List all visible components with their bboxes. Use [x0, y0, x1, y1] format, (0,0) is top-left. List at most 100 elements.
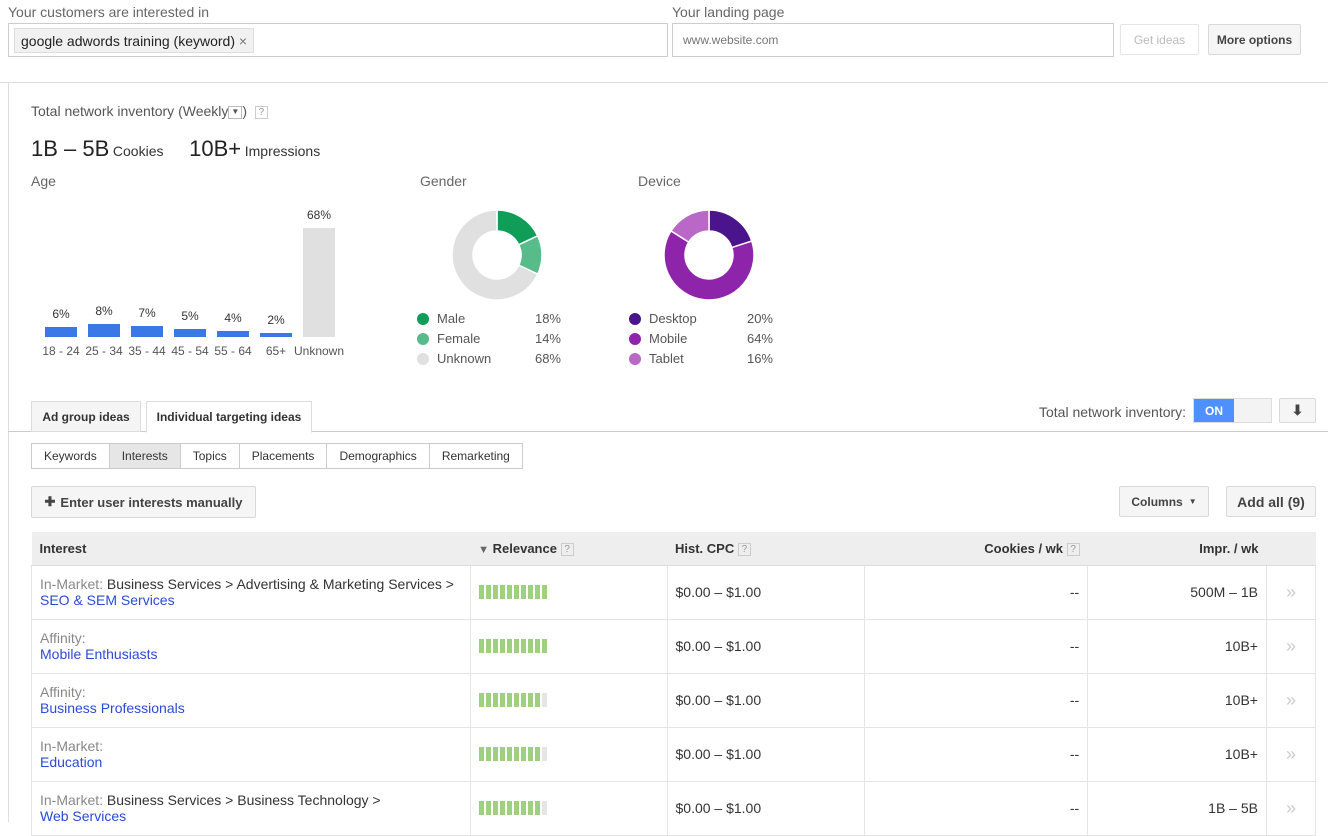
gender-legend-item: Female 14% — [417, 331, 561, 346]
relevance-segment — [541, 639, 547, 653]
table-row: In-Market: Business Services > Advertisi… — [31, 564, 1317, 620]
relevance-segment — [492, 747, 498, 761]
relevance-label: Relevance — [492, 540, 557, 556]
interest-cell: In-Market: Business Services > Business … — [31, 780, 471, 836]
legend-dot-icon — [417, 352, 429, 365]
relevance-segment — [492, 693, 498, 707]
cookies-cell: -- — [864, 726, 1089, 782]
subtab-remarketing[interactable]: Remarketing — [428, 443, 523, 469]
device-legend-item: Mobile 64% — [629, 331, 773, 346]
tab-ad-group-ideas[interactable]: Ad group ideas — [31, 401, 141, 432]
cpc-cell: $0.00 – $1.00 — [666, 780, 866, 836]
legend-label: Mobile — [649, 331, 688, 346]
age-value-label: 68% — [306, 208, 332, 223]
interest-link[interactable]: Education — [40, 754, 102, 770]
download-button[interactable]: ⬇ — [1279, 398, 1316, 423]
relevance-segment — [513, 585, 519, 599]
table-row: Affinity: Mobile Enthusiasts $0.00 – $1.… — [31, 618, 1317, 674]
help-icon[interactable]: ? — [737, 542, 751, 556]
inventory-toggle[interactable]: ON — [1193, 398, 1272, 423]
relevance-segment — [492, 801, 498, 815]
toggle-state: ON — [1194, 399, 1234, 422]
header-impressions[interactable]: Impr. / wk — [1087, 532, 1267, 566]
relevance-segment — [513, 801, 519, 815]
device-legend-item: Desktop 20% — [629, 311, 773, 326]
interest-link[interactable]: Mobile Enthusiasts — [40, 646, 158, 662]
chip-text: google adwords training (keyword) — [21, 33, 235, 49]
age-bar — [174, 329, 206, 337]
tab-individual-targeting-ideas[interactable]: Individual targeting ideas — [146, 401, 312, 433]
add-row-button[interactable]: » — [1265, 780, 1317, 836]
relevance-segment — [506, 747, 512, 761]
relevance-bar — [478, 585, 659, 599]
period-dropdown[interactable]: ▼ — [228, 105, 243, 119]
header-cookies[interactable]: Cookies / wk ? — [864, 532, 1088, 566]
add-row-button[interactable]: » — [1265, 618, 1317, 674]
legend-label: Desktop — [649, 311, 697, 326]
landing-page-input[interactable] — [672, 23, 1114, 57]
sort-desc-icon: ▼ — [478, 543, 490, 556]
legend-label: Male — [437, 311, 466, 326]
interest-cell: In-Market: Education — [31, 726, 471, 782]
interest-category: In-Market: — [40, 792, 104, 808]
subtab-topics[interactable]: Topics — [179, 443, 240, 469]
age-bar — [303, 228, 335, 337]
interest-link[interactable]: Web Services — [40, 808, 126, 824]
relevance-segment — [527, 801, 533, 815]
add-all-button[interactable]: Add all (9) — [1226, 486, 1316, 517]
relevance-segment — [541, 693, 547, 707]
cookies-cell: -- — [864, 564, 1089, 620]
legend-dot-icon — [629, 332, 641, 345]
cpc-cell: $0.00 – $1.00 — [666, 618, 866, 674]
add-row-button[interactable]: » — [1265, 672, 1317, 728]
relevance-segment — [478, 801, 484, 815]
help-icon[interactable]: ? — [1066, 542, 1080, 556]
interest-cell: Affinity: Mobile Enthusiasts — [31, 618, 471, 674]
subtab-interests[interactable]: Interests — [108, 443, 181, 469]
relevance-segment — [499, 693, 505, 707]
table-row: Affinity: Business Professionals $0.00 –… — [31, 672, 1317, 728]
age-category-label: Unknown — [293, 344, 345, 358]
interest-category: Affinity: — [40, 630, 86, 646]
subtab-placements[interactable]: Placements — [238, 443, 328, 469]
relevance-cell — [469, 780, 668, 836]
relevance-bar — [478, 747, 659, 761]
device-title: Device — [638, 173, 681, 189]
table-row: In-Market: Business Services > Business … — [31, 780, 1317, 836]
relevance-segment — [506, 585, 512, 599]
relevance-segment — [506, 801, 512, 815]
enter-interests-button[interactable]: ✚ Enter user interests manually — [31, 486, 256, 518]
interest-path: Business Services > Advertising & Market… — [106, 576, 454, 592]
close-icon[interactable]: × — [239, 33, 247, 49]
header-hist-cpc[interactable]: Hist. CPC ? — [667, 532, 865, 566]
chevron-right-icon: » — [1285, 581, 1296, 602]
legend-value: 16% — [746, 351, 773, 366]
relevance-segment — [485, 585, 491, 599]
help-icon[interactable]: ? — [254, 105, 268, 119]
relevance-bar — [478, 693, 659, 707]
subtab-demographics[interactable]: Demographics — [326, 443, 430, 469]
legend-value: 18% — [534, 311, 561, 326]
get-ideas-button[interactable]: Get ideas — [1120, 24, 1199, 55]
interest-link[interactable]: SEO & SEM Services — [40, 592, 175, 608]
device-legend-item: Tablet 16% — [629, 351, 773, 366]
legend-value: 64% — [746, 331, 773, 346]
help-icon[interactable]: ? — [560, 542, 574, 556]
subtab-keywords[interactable]: Keywords — [31, 443, 110, 469]
legend-label: Female — [437, 331, 481, 346]
legend-value: 14% — [534, 331, 561, 346]
header-relevance[interactable]: ▼ Relevance ? — [470, 532, 667, 566]
columns-button[interactable]: Columns ▼ — [1119, 486, 1209, 517]
divider — [0, 82, 1328, 83]
relevance-segment — [485, 639, 491, 653]
interest-link[interactable]: Business Professionals — [40, 700, 185, 716]
relevance-segment — [534, 585, 540, 599]
add-row-button[interactable]: » — [1265, 726, 1317, 782]
toggle-label: Total network inventory: — [1039, 404, 1187, 420]
header-interest[interactable]: Interest — [31, 532, 471, 566]
more-options-button[interactable]: More options — [1208, 24, 1301, 55]
interest-input[interactable]: google adwords training (keyword) × — [8, 23, 668, 57]
legend-label: Unknown — [437, 351, 492, 366]
add-row-button[interactable]: » — [1265, 564, 1317, 620]
relevance-segment — [520, 747, 526, 761]
